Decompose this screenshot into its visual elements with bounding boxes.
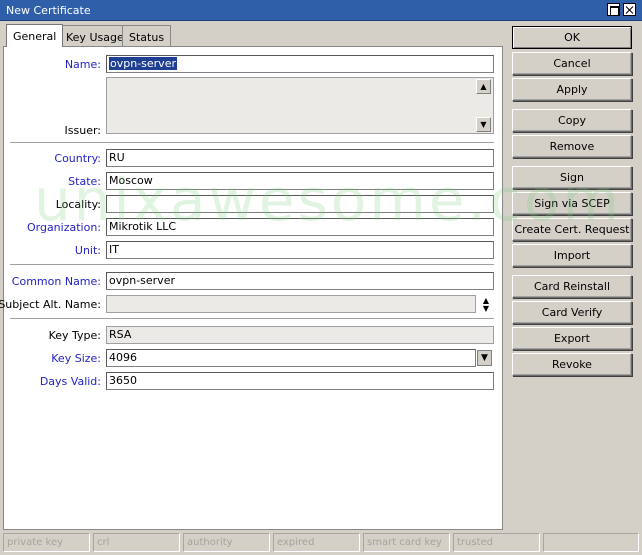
- title-bar: New Certificate: [0, 0, 642, 21]
- scroll-down-icon[interactable]: ▼: [476, 117, 491, 132]
- tab-status[interactable]: Status: [122, 25, 172, 47]
- organization-field[interactable]: Mikrotik LLC: [106, 218, 494, 236]
- export-button[interactable]: Export: [512, 327, 632, 350]
- card-verify-button[interactable]: Card Verify: [512, 301, 632, 324]
- close-icon[interactable]: [623, 3, 636, 16]
- dropdown-arrow-icon[interactable]: ▼: [477, 350, 492, 366]
- remove-button[interactable]: Remove: [512, 135, 632, 158]
- issuer-field[interactable]: [106, 77, 494, 134]
- key-size-field[interactable]: 4096: [106, 349, 476, 367]
- status-private-key: private key: [3, 533, 90, 552]
- divider: [10, 264, 494, 266]
- status-trusted: trusted: [453, 533, 540, 552]
- status-smart-card-key: smart card key: [363, 533, 450, 552]
- locality-label: Locality:: [55, 198, 101, 211]
- organization-label: Organization:: [26, 221, 101, 234]
- unit-field[interactable]: IT: [106, 241, 494, 259]
- key-type-field: RSA: [106, 326, 494, 344]
- days-valid-field[interactable]: 3650: [106, 372, 494, 390]
- tab-general[interactable]: General: [6, 24, 64, 47]
- cancel-button[interactable]: Cancel: [512, 52, 632, 75]
- status-bar: private key crl authority expired smart …: [0, 531, 642, 555]
- state-label: State:: [68, 175, 101, 188]
- common-name-label: Common Name:: [11, 275, 101, 288]
- maximize-icon[interactable]: [607, 3, 620, 16]
- issuer-label: Issuer:: [64, 124, 101, 137]
- country-label: Country:: [54, 152, 101, 165]
- scroll-up-icon[interactable]: ▲: [476, 79, 491, 94]
- copy-button[interactable]: Copy: [512, 109, 632, 132]
- common-name-field[interactable]: ovpn-server: [106, 272, 494, 290]
- subject-alt-name-field[interactable]: [106, 295, 476, 313]
- apply-button[interactable]: Apply: [512, 78, 632, 101]
- locality-field[interactable]: [106, 195, 494, 213]
- divider: [10, 142, 494, 144]
- status-crl: crl: [93, 533, 180, 552]
- window-title: New Certificate: [6, 4, 91, 17]
- name-label: Name:: [64, 58, 101, 71]
- status-authority: authority: [183, 533, 270, 552]
- card-reinstall-button[interactable]: Card Reinstall: [512, 275, 632, 298]
- key-type-label: Key Type:: [48, 329, 101, 342]
- key-size-label: Key Size:: [51, 352, 101, 365]
- unit-label: Unit:: [74, 244, 101, 257]
- state-field[interactable]: Moscow: [106, 172, 494, 190]
- name-field[interactable]: ovpn-server: [106, 55, 494, 73]
- tab-key-usage[interactable]: Key Usage: [59, 25, 131, 47]
- status-empty: [543, 533, 639, 552]
- subject-alt-name-label: Subject Alt. Name:: [0, 298, 101, 311]
- divider: [10, 318, 494, 320]
- import-button[interactable]: Import: [512, 244, 632, 267]
- create-cert-request-button[interactable]: Create Cert. Request: [512, 218, 632, 241]
- revoke-button[interactable]: Revoke: [512, 353, 632, 376]
- sign-via-scep-button[interactable]: Sign via SCEP: [512, 192, 632, 215]
- days-valid-label: Days Valid:: [39, 375, 101, 388]
- status-expired: expired: [273, 533, 360, 552]
- ok-button[interactable]: OK: [512, 26, 632, 49]
- sign-button[interactable]: Sign: [512, 166, 632, 189]
- name-value: ovpn-server: [109, 57, 177, 70]
- spinner-updown-icon[interactable]: ▲ ▼: [480, 297, 492, 313]
- country-field[interactable]: RU: [106, 149, 494, 167]
